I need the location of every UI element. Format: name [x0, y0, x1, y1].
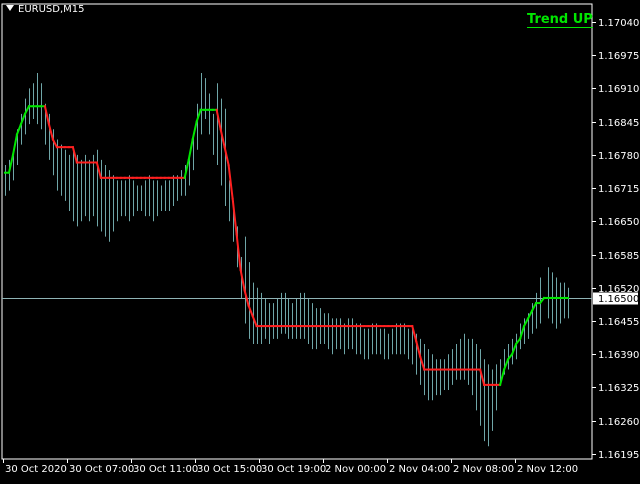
x-tick-label: 30 Oct 07:00 [69, 464, 134, 475]
y-tick-label: 1.16650 [598, 217, 639, 228]
trend-indicator-label: Trend UP [527, 12, 593, 28]
y-tick-label: 1.16195 [598, 450, 639, 461]
x-tick-label: 30 Oct 15:00 [197, 464, 262, 475]
price-chart[interactable]: 1.17040 1.16975 1.16910 1.16845 1.16780 1.167… [0, 0, 640, 480]
y-tick-label: 1.17040 [598, 18, 639, 29]
x-tick-label: 2 Nov 12:00 [517, 464, 578, 475]
y-tick-label: 1.16910 [598, 84, 639, 95]
dropdown-triangle-icon [6, 5, 14, 11]
trend-line-segment [191, 120, 198, 141]
x-tick-label: 2 Nov 04:00 [389, 464, 450, 475]
x-tick-label: 30 Oct 2020 [5, 464, 67, 475]
y-tick-label: 1.16780 [598, 151, 639, 162]
chart-area[interactable]: 1.17040 1.16975 1.16910 1.16845 1.16780 1.167… [0, 0, 640, 480]
y-tick-label: 1.16845 [598, 118, 639, 129]
y-tick-label: 1.16325 [598, 383, 639, 394]
y-tick-label: 1.16390 [598, 350, 639, 361]
current-price-label: 1.16500 [598, 294, 639, 305]
x-tick-label: 30 Oct 11:00 [133, 464, 198, 475]
plot-frame [1, 3, 593, 460]
y-tick-label: 1.16585 [598, 251, 639, 262]
y-tick-label: 1.16455 [598, 317, 639, 328]
y-tick-label: 1.16715 [598, 184, 639, 195]
x-tick-label: 2 Nov 00:00 [325, 464, 386, 475]
y-tick-label: 1.16260 [598, 417, 639, 428]
y-tick-label: 1.16975 [598, 51, 639, 62]
trend-line-segment [187, 138, 194, 162]
x-tick-label: 30 Oct 19:00 [261, 464, 326, 475]
x-tick-label: 2 Nov 08:00 [453, 464, 514, 475]
symbol-label: EURUSD,M15 [6, 4, 84, 15]
trend-line-segment [11, 133, 19, 156]
symbol-text: EURUSD,M15 [18, 4, 85, 15]
